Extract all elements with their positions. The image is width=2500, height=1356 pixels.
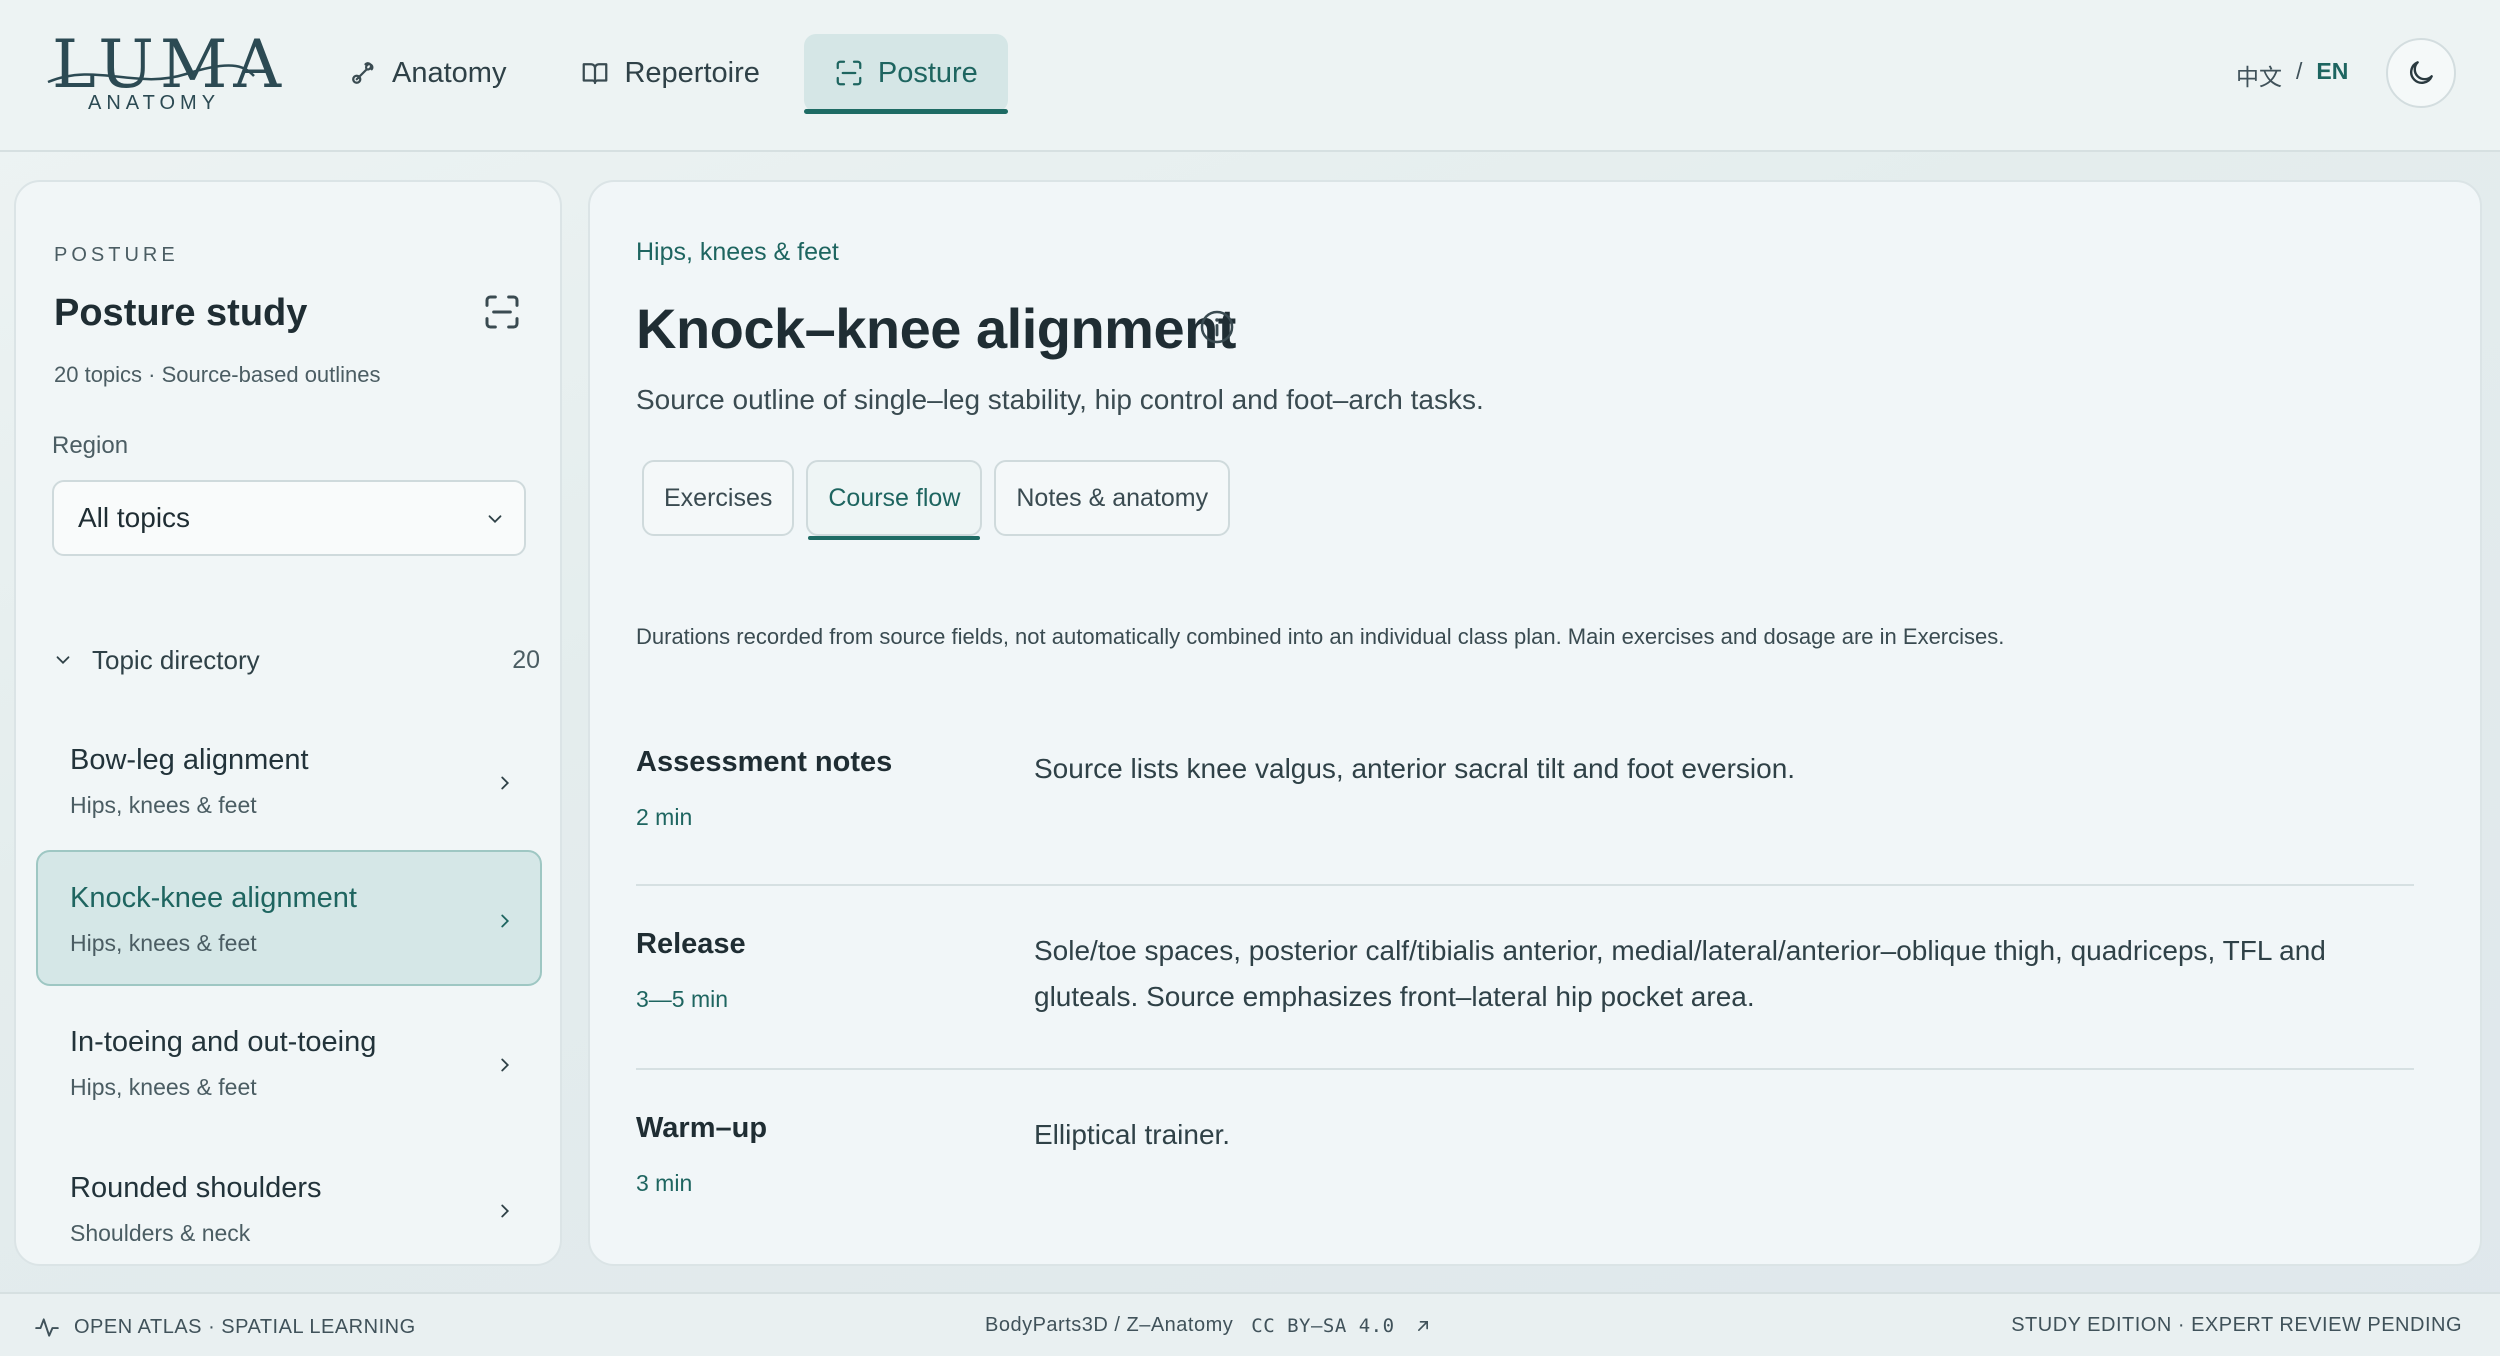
topic-item-knock-knee[interactable]: Knock-knee alignment Hips, knees & feet bbox=[36, 850, 542, 986]
duration-note: Durations recorded from source fields, n… bbox=[636, 624, 2005, 649]
external-link-icon bbox=[1417, 1320, 1428, 1331]
topic-name: In-toeing and out-toeing bbox=[70, 1026, 377, 1058]
footer-left-text: OPEN ATLAS · SPATIAL LEARNING bbox=[74, 1315, 416, 1338]
tab-course-flow[interactable]: Course flow bbox=[806, 460, 983, 540]
topic-item-rounded-shoulders[interactable]: Rounded shoulders Shoulders & neck bbox=[36, 1140, 542, 1264]
chevron-down-icon bbox=[56, 656, 70, 665]
sidebar-meta: 20 topics · Source-based outlines bbox=[54, 362, 381, 387]
nav-anatomy-label: Anatomy bbox=[392, 56, 507, 89]
flow-step-duration: 2 min bbox=[636, 804, 693, 830]
tab-notes-anatomy[interactable]: Notes & anatomy bbox=[994, 460, 1231, 536]
topic-name: Rounded shoulders bbox=[70, 1172, 322, 1204]
footer-source-link[interactable]: BodyParts3D / Z–Anatomy CC BY–SA 4.0 bbox=[985, 1314, 1433, 1337]
flow-divider bbox=[636, 884, 2414, 886]
topic-region: Hips, knees & feet bbox=[70, 930, 257, 956]
breadcrumb[interactable]: Hips, knees & feet bbox=[636, 238, 839, 267]
topic-region: Shoulders & neck bbox=[70, 1220, 251, 1246]
footer-left: OPEN ATLAS · SPATIAL LEARNING bbox=[34, 1314, 416, 1340]
region-select[interactable]: All topics bbox=[52, 480, 526, 556]
flow-step-duration: 3—5 min bbox=[636, 986, 729, 1012]
nav-repertoire[interactable]: Repertoire bbox=[550, 34, 789, 112]
flow-step-description: Sole/toe spaces, posterior calf/tibialis… bbox=[1034, 935, 2326, 1012]
topic-item-in-toeing[interactable]: In-toeing and out-toeing Hips, knees & f… bbox=[36, 994, 542, 1130]
info-icon[interactable] bbox=[1198, 308, 1236, 346]
detail-tabs: Exercises Course flow Notes & anatomy bbox=[642, 460, 1231, 540]
flow-step-duration: 3 min bbox=[636, 1170, 693, 1196]
region-select-value: All topics bbox=[78, 502, 191, 533]
footer-right-text: STUDY EDITION · EXPERT REVIEW PENDING bbox=[2011, 1314, 2462, 1336]
lang-separator: / bbox=[2296, 58, 2303, 84]
language-switch: 中文 / EN bbox=[2236, 58, 2348, 92]
page-subtitle: Source outline of single–leg stability, … bbox=[636, 384, 1484, 415]
flow-step-name: Release bbox=[636, 928, 746, 960]
lang-zh[interactable]: 中文 bbox=[2236, 58, 2282, 92]
app-footer: OPEN ATLAS · SPATIAL LEARNING BodyParts3… bbox=[0, 1292, 2500, 1356]
topic-region: Hips, knees & feet bbox=[70, 1074, 257, 1100]
nav-posture-label: Posture bbox=[877, 56, 978, 89]
luma-logo[interactable]: LUMA ANATOMY bbox=[46, 26, 281, 118]
moon-icon bbox=[2410, 61, 2433, 84]
sidebar-kicker: POSTURE bbox=[54, 244, 179, 266]
tab-exercises[interactable]: Exercises bbox=[642, 460, 795, 536]
chevron-right-icon bbox=[501, 914, 510, 928]
flow-divider bbox=[636, 1068, 2414, 1070]
page-title: Knock–knee alignment bbox=[636, 297, 1236, 360]
chevron-down-icon bbox=[488, 515, 502, 524]
flow-step-name: Assessment notes bbox=[636, 746, 893, 778]
footer-license: CC BY–SA 4.0 bbox=[1251, 1314, 1395, 1337]
flow-step-description: Elliptical trainer. bbox=[1034, 1119, 1231, 1150]
topic-directory-toggle[interactable]: Topic directory 20 bbox=[52, 640, 540, 680]
theme-toggle-button[interactable] bbox=[2386, 38, 2456, 108]
chevron-right-icon bbox=[501, 776, 510, 790]
sidebar-title: Posture study bbox=[54, 292, 308, 334]
app-header: LUMA ANATOMY Anatomy Repertoire Posture … bbox=[0, 0, 2500, 152]
chevron-right-icon bbox=[501, 1058, 510, 1072]
logo-subtitle: ANATOMY bbox=[88, 92, 221, 114]
topic-directory-count: 20 bbox=[512, 645, 540, 674]
nav-anatomy[interactable]: Anatomy bbox=[318, 34, 536, 112]
topic-name: Knock-knee alignment bbox=[70, 882, 357, 914]
scan-icon bbox=[836, 60, 862, 86]
footer-source: BodyParts3D / Z–Anatomy bbox=[985, 1314, 1234, 1336]
topic-directory-label: Topic directory bbox=[92, 644, 260, 675]
topic-name: Bow-leg alignment bbox=[70, 744, 309, 776]
topic-item-bow-leg[interactable]: Bow-leg alignment Hips, knees & feet bbox=[36, 712, 542, 848]
posture-sidebar: POSTURE Posture study 20 topics · Source… bbox=[14, 180, 562, 1266]
lang-en[interactable]: EN bbox=[2316, 58, 2348, 92]
region-label: Region bbox=[52, 432, 129, 459]
chevron-right-icon bbox=[501, 1204, 510, 1218]
topic-detail-panel: Hips, knees & feet Knock–knee alignment … bbox=[588, 180, 2482, 1266]
flow-step-description: Source lists knee valgus, anterior sacra… bbox=[1034, 753, 1796, 784]
activity-icon bbox=[35, 1318, 59, 1337]
topic-region: Hips, knees & feet bbox=[70, 792, 257, 818]
logo-wave-icon bbox=[47, 64, 255, 84]
bone-icon bbox=[352, 62, 374, 84]
flow-step-name: Warm–up bbox=[636, 1112, 768, 1144]
main-nav: Anatomy Repertoire Posture bbox=[318, 34, 1008, 114]
scan-icon[interactable] bbox=[482, 292, 522, 332]
nav-repertoire-label: Repertoire bbox=[624, 56, 760, 89]
nav-posture[interactable]: Posture bbox=[803, 34, 1008, 114]
book-icon bbox=[583, 63, 608, 85]
